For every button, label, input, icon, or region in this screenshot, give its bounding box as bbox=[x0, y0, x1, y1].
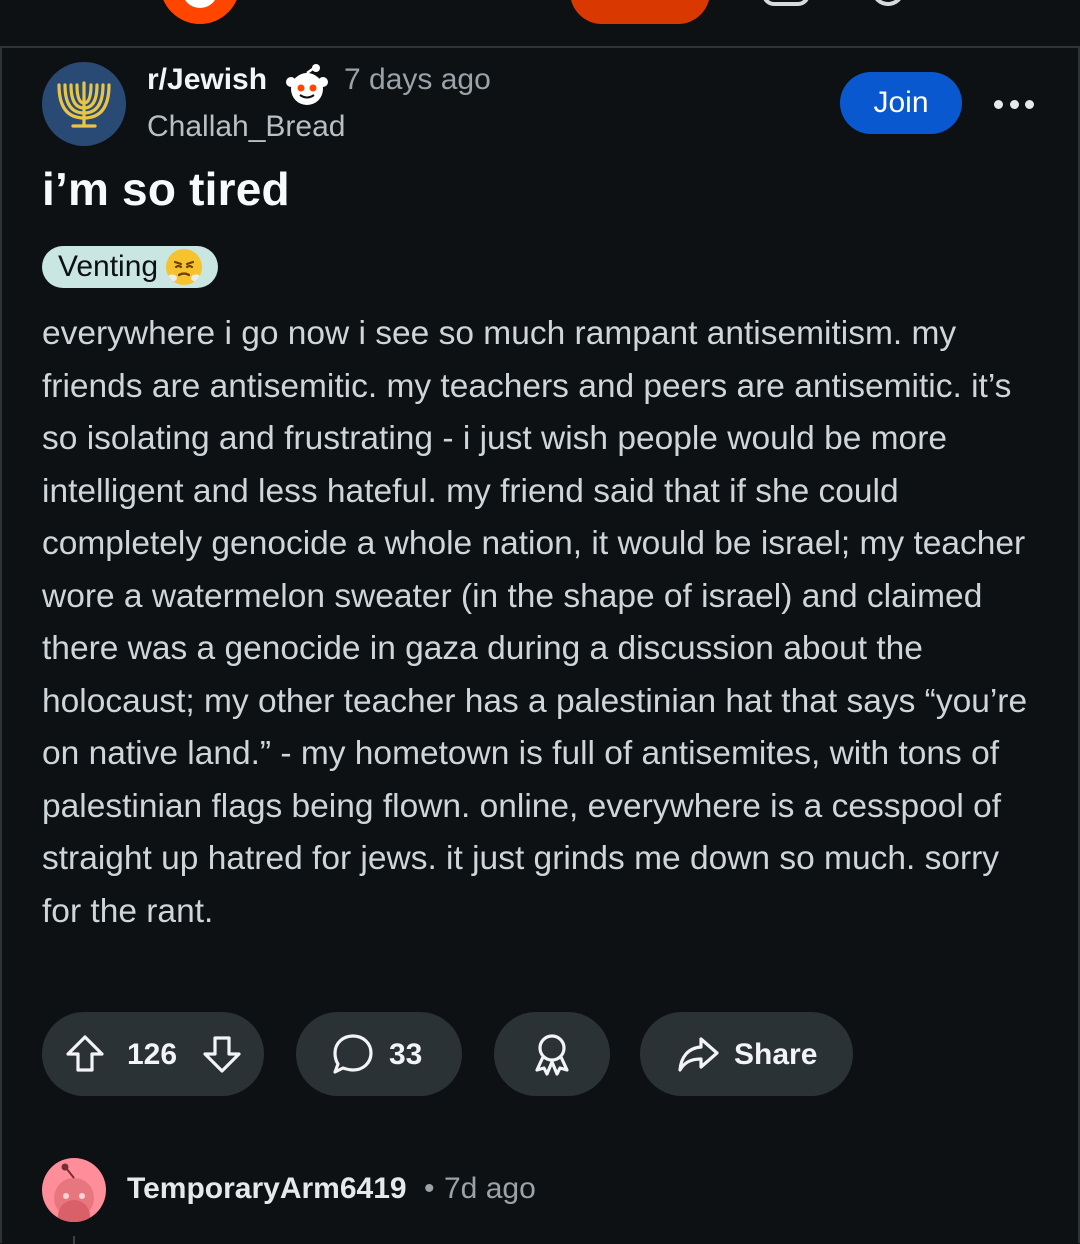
award-ribbon-icon bbox=[535, 1034, 569, 1076]
vote-count: 126 bbox=[127, 1038, 178, 1071]
create-post-button[interactable] bbox=[570, 0, 710, 24]
menorah-icon bbox=[57, 81, 111, 128]
top-app-bar bbox=[0, 0, 1080, 46]
arrow-down-icon[interactable] bbox=[200, 1032, 244, 1076]
top-bar-divider bbox=[0, 46, 1080, 48]
comment-count: 33 bbox=[389, 1038, 423, 1071]
post-author[interactable]: Challah_Bread bbox=[147, 110, 345, 144]
subreddit-avatar[interactable] bbox=[42, 62, 126, 146]
speech-bubble-icon bbox=[333, 1034, 373, 1074]
subreddit-name[interactable]: r/Jewish bbox=[147, 63, 267, 97]
share-label: Share bbox=[734, 1038, 818, 1071]
share-button[interactable]: Share bbox=[640, 1012, 853, 1096]
snoo-mascot-icon bbox=[286, 64, 328, 105]
arrow-up-icon[interactable] bbox=[63, 1032, 107, 1076]
separator-dot: • bbox=[424, 1172, 435, 1205]
more-dot bbox=[994, 99, 1003, 109]
more-horizontal-icon[interactable] bbox=[994, 90, 1034, 118]
post-flair[interactable]: Venting bbox=[42, 246, 219, 288]
left-border bbox=[0, 46, 2, 1243]
flair-label: Venting bbox=[58, 250, 159, 283]
comment-age: 7d ago bbox=[444, 1172, 536, 1205]
more-dot bbox=[1025, 99, 1034, 109]
search-icon[interactable] bbox=[872, 0, 904, 6]
post-title[interactable]: i’m so tired bbox=[42, 162, 290, 216]
chat-icon[interactable] bbox=[762, 0, 810, 6]
share-arrow-icon bbox=[678, 1037, 719, 1072]
comments-button[interactable]: 33 bbox=[296, 1012, 462, 1096]
commenter-username[interactable]: TemporaryArm6419 bbox=[127, 1172, 407, 1206]
more-dot bbox=[1009, 99, 1019, 109]
post-age: 7 days ago bbox=[344, 63, 491, 96]
commenter-avatar[interactable] bbox=[42, 1158, 106, 1222]
join-button[interactable]: Join bbox=[840, 72, 962, 134]
steam-face-emoji bbox=[166, 249, 203, 285]
award-button[interactable] bbox=[494, 1012, 610, 1096]
vote-bar: 126 bbox=[42, 1012, 264, 1096]
snoo-avatar-icon bbox=[54, 1163, 94, 1222]
post-body[interactable]: everywhere i go now i see so much rampan… bbox=[42, 308, 1042, 938]
